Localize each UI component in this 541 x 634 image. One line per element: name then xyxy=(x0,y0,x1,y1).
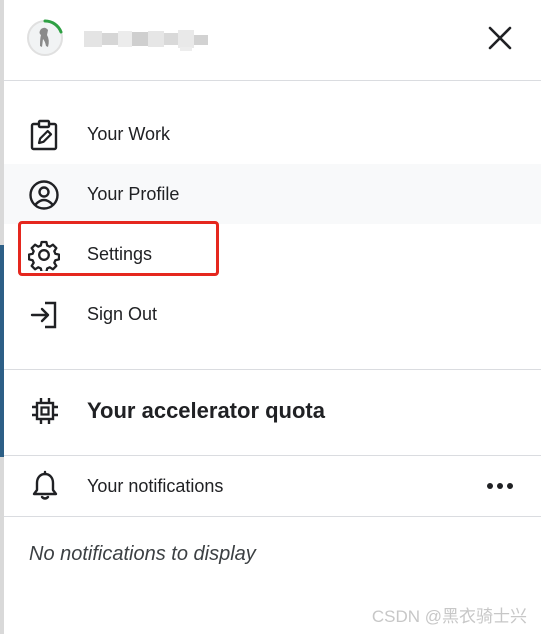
menu-item-your-profile[interactable]: Your Profile xyxy=(4,164,541,224)
notifications-more-button[interactable] xyxy=(482,469,518,503)
menu-item-label: Your Work xyxy=(87,123,171,144)
divider xyxy=(4,516,541,517)
notifications-title: Your notifications xyxy=(87,476,224,496)
menu-item-label: Sign Out xyxy=(87,303,158,324)
close-icon xyxy=(488,26,512,50)
menu-item-sign-out[interactable]: Sign Out xyxy=(4,284,541,344)
menu-item-label: Your Profile xyxy=(87,183,180,204)
close-button[interactable] xyxy=(482,20,518,56)
blurred-username xyxy=(84,27,209,51)
empty-notifications-message: No notifications to display xyxy=(29,543,256,565)
notifications-header: Your notifications xyxy=(4,457,541,515)
divider xyxy=(4,455,541,456)
sign-out-icon xyxy=(28,299,60,331)
watermark: CSDN @黑衣骑士兴 xyxy=(371,607,527,626)
clipboard-edit-icon xyxy=(28,119,60,151)
bell-icon xyxy=(28,469,62,503)
more-horizontal-icon xyxy=(487,483,513,489)
chip-icon xyxy=(28,394,62,428)
account-header xyxy=(4,0,541,81)
avatar[interactable] xyxy=(26,19,64,57)
menu-item-your-work[interactable]: Your Work xyxy=(4,104,541,164)
divider xyxy=(4,369,541,370)
quota-title: Your accelerator quota xyxy=(87,398,325,423)
account-circle-icon xyxy=(28,179,60,211)
settings-highlight-annotation xyxy=(18,221,219,276)
accelerator-quota-link[interactable]: Your accelerator quota xyxy=(4,381,541,443)
